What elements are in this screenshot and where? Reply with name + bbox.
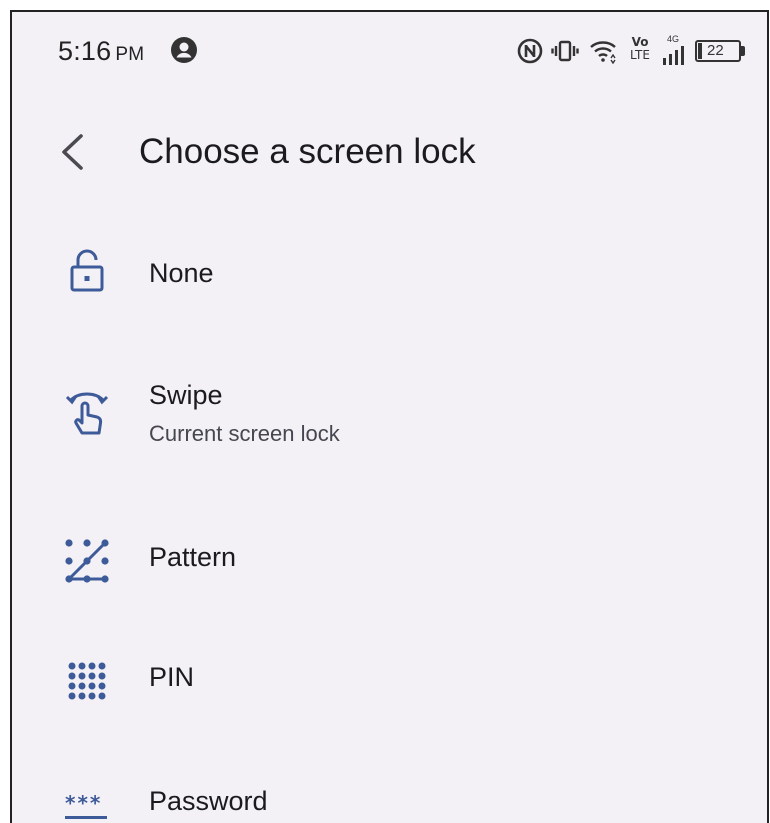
- option-label: None: [149, 258, 214, 288]
- swipe-hand-icon: [62, 387, 112, 437]
- option-pattern[interactable]: Pattern: [12, 450, 767, 583]
- chevron-left-icon: [62, 134, 83, 170]
- option-label: Password: [149, 786, 268, 816]
- network-type: 4G: [667, 34, 680, 44]
- screen-lock-options: None Swipe Current screen lock Pattern P…: [12, 210, 767, 819]
- signal-icon: 4G: [661, 34, 687, 66]
- vibrate-icon: [551, 40, 579, 62]
- account-circle-icon: [171, 37, 197, 63]
- battery-fill: [698, 43, 702, 59]
- nfc-icon: [517, 38, 543, 64]
- phone-screen: 5:16 PM Vo LTE 4G 22 Choose a screen loc…: [10, 10, 769, 823]
- option-sublabel: Current screen lock: [149, 421, 340, 446]
- volte-icon: Vo LTE: [625, 36, 655, 66]
- page-title: Choose a screen lock: [139, 132, 476, 171]
- option-none[interactable]: None: [12, 210, 767, 330]
- back-button[interactable]: [48, 126, 96, 178]
- svg-text:***: ***: [65, 794, 102, 815]
- battery-level: 22: [707, 42, 724, 59]
- clock-time: 5:16: [58, 36, 112, 66]
- wifi-icon: [590, 41, 616, 64]
- app-bar: Choose a screen lock: [12, 112, 767, 192]
- status-icons: Vo LTE 4G 22: [517, 34, 749, 68]
- volte-bottom-text: LTE: [630, 48, 650, 62]
- status-bar: 5:16 PM Vo LTE 4G 22: [12, 12, 767, 92]
- option-pin[interactable]: PIN: [12, 570, 767, 700]
- status-time: 5:16 PM: [58, 36, 144, 67]
- battery-icon: 22: [695, 40, 749, 64]
- option-label: PIN: [149, 662, 195, 692]
- option-label: Pattern: [149, 542, 237, 572]
- option-label: Swipe: [149, 380, 223, 410]
- signal-bars-icon: [663, 46, 684, 65]
- option-swipe[interactable]: Swipe Current screen lock: [12, 330, 767, 450]
- password-asterisks-icon: ***: [62, 784, 112, 823]
- option-password[interactable]: *** Password: [12, 690, 767, 819]
- clock-ampm: PM: [115, 44, 145, 65]
- unlocked-padlock-icon: [62, 246, 112, 296]
